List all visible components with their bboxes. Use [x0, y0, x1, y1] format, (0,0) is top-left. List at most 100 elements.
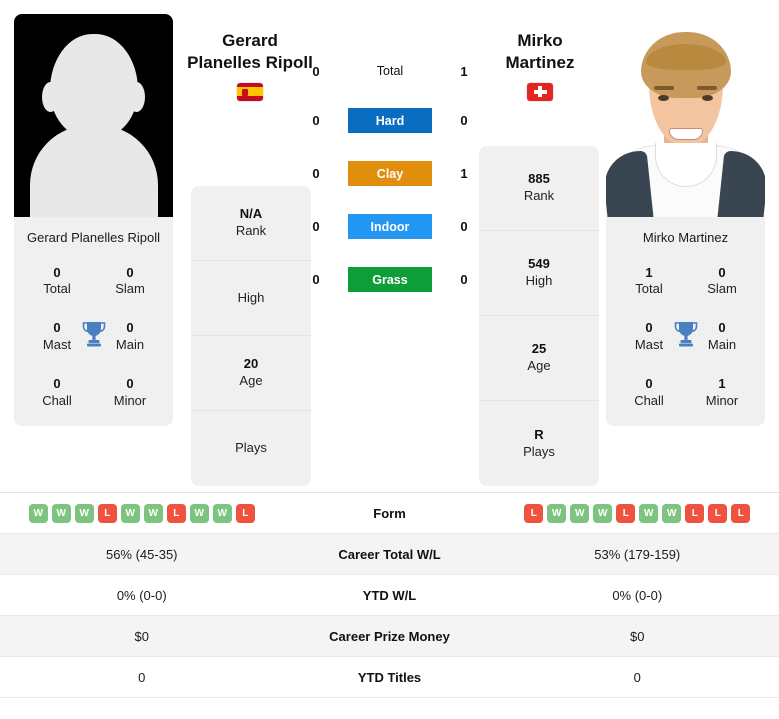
silhouette-head: [49, 34, 138, 138]
form-badge-loss: L: [97, 503, 117, 523]
surface-label-indoor[interactable]: Indoor: [348, 214, 432, 239]
surface-label-hard[interactable]: Hard: [348, 108, 432, 133]
title-value: 1: [645, 264, 653, 280]
title-stat-chall: 0 Chall: [620, 376, 678, 410]
title-stat-mast: 0 Mast: [28, 320, 86, 354]
h2h-right-value: 0: [460, 272, 468, 287]
player-last-name: Martinez: [505, 52, 575, 72]
title-label: Total: [635, 281, 663, 297]
stat-value-left: $0: [134, 628, 149, 644]
surface-label-total: Total: [376, 64, 404, 78]
title-label: Slam: [707, 281, 737, 297]
surface-label-grass[interactable]: Grass: [348, 267, 432, 292]
form-badge-win: W: [143, 503, 163, 523]
h2h-left-value: 0: [312, 166, 320, 181]
flag-band: [237, 87, 263, 96]
info-cell-plays: R Plays: [479, 401, 599, 486]
info-cell-rank: 885 Rank: [479, 146, 599, 231]
info-label: Plays: [235, 440, 267, 456]
player-comparison-page: Gerard Planelles Ripoll 0 Total 0 Slam 0…: [0, 0, 779, 719]
surface-row-clay: 0 Clay 1: [312, 161, 468, 186]
h2h-left-value: 0: [312, 219, 320, 234]
form-badge-loss: L: [731, 503, 751, 523]
stat-row-career-prize-money: $0 Career Prize Money $0: [0, 616, 779, 657]
info-value: R: [534, 426, 544, 442]
flag-cross-horizontal: [533, 89, 547, 94]
player-photo-left: [14, 14, 173, 217]
switzerland-flag-icon: [527, 82, 553, 101]
stat-label: YTD Titles: [357, 669, 422, 685]
player-first-name: Gerard: [222, 31, 278, 50]
title-stat-slam: 0 Slam: [693, 265, 751, 299]
title-stat-mast: 0 Mast: [620, 320, 678, 354]
form-badge-win: W: [120, 503, 140, 523]
title-value: 0: [53, 320, 61, 336]
title-label: Main: [707, 337, 737, 353]
stat-value-left: 0% (0-0): [116, 587, 167, 603]
form-badge-loss: L: [685, 503, 705, 523]
form-badge-win: W: [547, 503, 567, 523]
player-name-left: Gerard Planelles Ripoll: [27, 230, 160, 245]
info-cell-high: High: [191, 261, 311, 336]
title-label: Chall: [42, 393, 72, 408]
form-strip-right: LWWWLWWLLL: [524, 503, 751, 523]
title-value: 1: [718, 376, 726, 392]
stat-value-right: LWWWLWWLLL: [496, 503, 779, 523]
surface-row-grass: 0 Grass 0: [312, 267, 468, 292]
info-label: High: [525, 273, 553, 288]
info-value: 885: [528, 171, 550, 187]
surface-label-clay[interactable]: Clay: [348, 161, 432, 186]
player-card-left[interactable]: Gerard Planelles Ripoll 0 Total 0 Slam 0…: [14, 14, 173, 426]
comparison-stats-table: WWWLWWLWWL Form LWWWLWWLLL 56% (45-35) C…: [0, 492, 779, 698]
title-stat-slam: 0 Slam: [101, 265, 159, 299]
stat-row-career-total-wl: 56% (45-35) Career Total W/L 53% (179-15…: [0, 534, 779, 575]
info-cell-age: 20 Age: [191, 336, 311, 411]
title-stat-chall: 0 Chall: [28, 376, 86, 410]
info-label: High: [237, 289, 265, 305]
form-badge-win: W: [189, 503, 209, 523]
stat-row-ytd-wl: 0% (0-0) YTD W/L 0% (0-0): [0, 575, 779, 616]
titles-row: 0 Total 0 Slam: [14, 265, 173, 299]
player-name-right: Mirko Martinez: [642, 230, 729, 245]
form-strip-left: WWWLWWLWWL: [28, 503, 255, 523]
form-badge-loss: L: [616, 503, 636, 523]
title-label: Total: [43, 281, 71, 297]
title-label: Minor: [113, 393, 147, 408]
title-stat-main: 0 Main: [693, 320, 751, 354]
surface-row-indoor: 0 Indoor 0: [312, 214, 468, 239]
h2h-left-value: 0: [312, 113, 320, 128]
title-value: 0: [718, 320, 726, 336]
title-label: Slam: [115, 281, 145, 297]
player-card-right[interactable]: Mirko Martinez 1 Total 0 Slam 0 Mast 0 M…: [606, 14, 765, 426]
silhouette-body: [29, 125, 158, 217]
stat-value-left: 0: [138, 669, 146, 685]
title-value: 0: [126, 320, 134, 336]
head-to-head-surfaces: 0 Total 1 0 Hard 0 0 Clay 1 0 Indoor 0 0: [312, 62, 468, 292]
titles-row: 1 Total 0 Slam: [606, 265, 765, 299]
stat-value-right: 53% (179-159): [594, 546, 681, 562]
info-value: 20: [243, 356, 259, 372]
info-cell-rank: N/A Rank: [191, 186, 311, 261]
surface-row-hard: 0 Hard 0: [312, 108, 468, 133]
stat-label: Form: [373, 505, 406, 521]
stat-value-right: $0: [630, 628, 645, 644]
info-value: 549: [528, 256, 550, 272]
info-label: Rank: [235, 223, 267, 238]
trophy-icon: [673, 320, 699, 348]
title-stat-total: 0 Total: [28, 265, 86, 299]
info-label: Age: [239, 373, 263, 388]
info-cell-plays: Plays: [191, 411, 311, 486]
spain-flag-icon: [237, 82, 263, 101]
h2h-right-value: 1: [460, 63, 468, 79]
player-photo-right: [606, 14, 765, 217]
info-cell-age: 25 Age: [479, 316, 599, 401]
info-column-left: N/A Rank High 20 Age Plays: [191, 186, 311, 486]
info-column-right: 885 Rank 549 High 25 Age R Plays: [479, 146, 599, 486]
form-badge-win: W: [74, 503, 94, 523]
form-badge-win: W: [28, 503, 48, 523]
stat-value-right: 0% (0-0): [612, 587, 663, 603]
title-label: Main: [115, 337, 145, 353]
title-stat-minor: 0 Minor: [101, 376, 159, 410]
titles-grid-left: 0 Total 0 Slam 0 Mast 0 Main 0 Chall 0 M…: [14, 261, 173, 426]
stat-value-right: 0: [633, 669, 641, 685]
